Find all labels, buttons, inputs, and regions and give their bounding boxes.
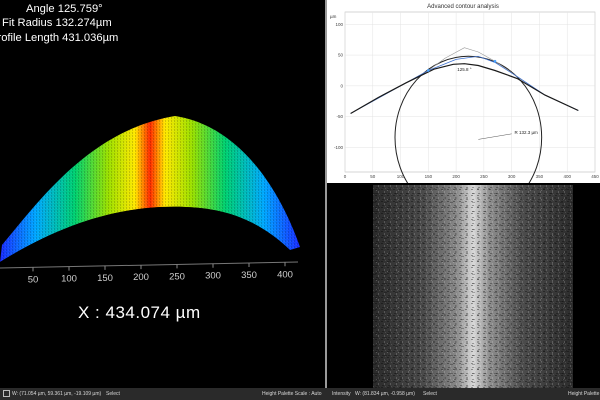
y-tick-label: -50 [336, 114, 343, 119]
x-tick-label: 400 [563, 174, 571, 179]
angle-readout: Angle 125.759° [26, 3, 103, 15]
status-intensity: Intensity [332, 391, 351, 397]
y-tick-label: 100 [335, 22, 343, 27]
x-axis-tick-label: 300 [205, 271, 221, 282]
x-axis-tick-label: 150 [97, 273, 113, 284]
profile-length-readout: Profile Length 431.036µm [0, 31, 119, 44]
x-tick-label: 450 [591, 174, 599, 179]
status-bar: W: (71.054 µm, 59.361 µm, -19.109 µm) Se… [0, 388, 600, 400]
x-tick-label: 150 [425, 174, 433, 179]
x-tick-label: 0 [344, 174, 347, 179]
x-tick-label: 350 [536, 174, 544, 179]
x-axis-tick-label: 100 [61, 274, 77, 285]
status-left-coords: W: (71.054 µm, 59.361 µm, -19.109 µm) [12, 391, 102, 397]
status-left-mode: Select [106, 391, 120, 397]
radius-annotation: R 132.3 µm [514, 130, 538, 135]
y-tick-label: -100 [334, 145, 344, 150]
3d-surface-plot[interactable]: 50 100 150 200 250 300 350 400 [0, 0, 325, 388]
status-left-coords-group: W: (71.054 µm, 59.361 µm, -19.109 µm) [3, 388, 101, 400]
measurement-info: Angle 125.759° Fit Radius 132.274µm Prof… [0, 2, 118, 45]
y-tick-label: 0 [340, 83, 343, 88]
x-axis-line [0, 261, 299, 269]
cursor-icon [3, 390, 10, 398]
micrograph-image [373, 185, 573, 388]
contour-chart-pane[interactable]: Advanced contour analysis µm 0 50 100 150 20… [327, 0, 600, 183]
x-tick-label: 50 [370, 174, 376, 179]
x-axis-tick-label: 350 [241, 270, 257, 281]
x-position-readout: X : 434.074 µm [78, 303, 201, 322]
angle-annotation: 125.8 ° [457, 67, 472, 72]
x-axis-tick-label: 400 [277, 269, 293, 280]
x-axis-ticks: 50 100 150 200 250 300 350 400 [28, 262, 293, 285]
plot-area [344, 11, 596, 173]
x-axis-tick-label: 50 [28, 274, 39, 285]
chart-grid [344, 11, 596, 173]
y-axis-unit: µm [330, 14, 337, 19]
x-tick-label: 200 [452, 174, 460, 179]
y-tick-label: 50 [338, 53, 344, 58]
fit-radius-readout: Fit Radius 132.274µm [2, 17, 112, 30]
contour-chart[interactable]: Advanced contour analysis µm 0 50 100 150 20… [327, 0, 600, 183]
status-right-mode: Select [423, 391, 437, 397]
x-tick-label: 250 [480, 174, 488, 179]
status-right-coords: W: (81.834 µm, -0.958 µm) [355, 391, 415, 397]
status-palette-scale[interactable]: Height Palette Scale : Auto [262, 388, 321, 400]
x-axis-tick-label: 250 [169, 271, 185, 282]
3d-view-pane[interactable]: 50 100 150 200 250 300 350 400 Angle 125.759° F… [0, 0, 325, 388]
tangent-point [493, 59, 497, 63]
micrograph-pane[interactable] [327, 183, 600, 388]
x-tick-label: 300 [508, 174, 516, 179]
tangent-point [427, 69, 430, 72]
status-right-palette[interactable]: Height Palette Scale [568, 388, 600, 400]
chart-title: Advanced contour analysis [427, 4, 499, 10]
x-axis-tick-label: 200 [133, 272, 149, 283]
